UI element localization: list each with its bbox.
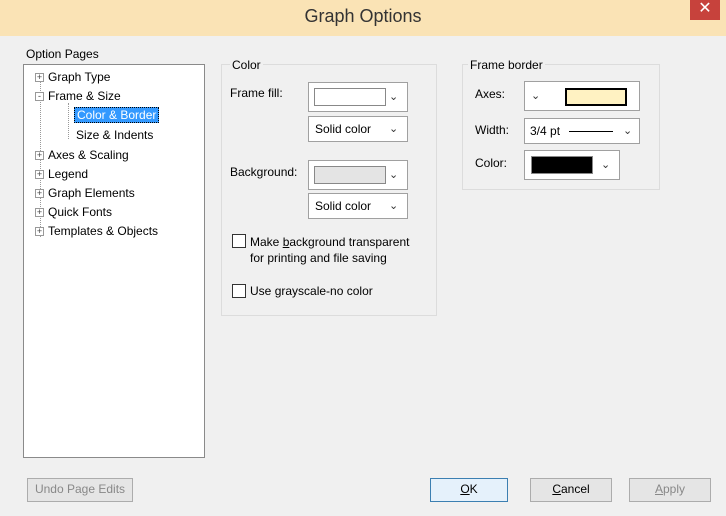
expand-icon[interactable]: +	[35, 73, 44, 82]
tree-item-legend[interactable]: Legend	[48, 167, 88, 181]
tree-guide-line	[68, 103, 69, 139]
frame-border-group-label: Frame border	[468, 58, 545, 72]
window-title: Graph Options	[304, 6, 422, 26]
transparent-background-label[interactable]: Make background transparent for printing…	[250, 234, 409, 266]
width-select[interactable]: 3/4 pt ⌄	[524, 118, 640, 144]
background-swatch	[314, 166, 386, 184]
transparent-background-checkbox[interactable]	[232, 234, 246, 248]
apply-button[interactable]: Apply	[629, 478, 711, 502]
border-color-combo[interactable]: ⌄	[524, 150, 620, 180]
chevron-down-icon: ⌄	[389, 123, 399, 135]
color-group-label: Color	[230, 58, 263, 72]
width-line-sample	[569, 131, 613, 132]
tree-item-size-indents[interactable]: Size & Indents	[76, 128, 153, 142]
chevron-down-icon: ⌄	[601, 159, 611, 171]
width-value: 3/4 pt	[530, 124, 561, 138]
chevron-down-icon: ⌄	[389, 200, 399, 212]
frame-fill-label: Frame fill:	[230, 86, 283, 100]
frame-fill-style-value: Solid color	[315, 122, 372, 136]
transparent-background-label-line2: for printing and file saving	[250, 251, 387, 265]
background-color-combo[interactable]: ⌄	[308, 160, 408, 190]
expand-icon[interactable]: +	[35, 208, 44, 217]
grayscale-checkbox[interactable]	[232, 284, 246, 298]
ok-button[interactable]: OK	[430, 478, 508, 502]
tree-item-templates-objects[interactable]: Templates & Objects	[48, 224, 158, 238]
expand-icon[interactable]: +	[35, 189, 44, 198]
expand-icon[interactable]: +	[35, 170, 44, 179]
tree-item-graph-type[interactable]: Graph Type	[48, 70, 110, 84]
border-color-swatch	[531, 156, 593, 174]
axes-color-combo[interactable]: ⌄	[524, 81, 640, 111]
expand-icon[interactable]: +	[35, 151, 44, 160]
chevron-down-icon: ⌄	[389, 91, 399, 103]
close-button[interactable]: ✕	[690, 0, 720, 20]
axes-label: Axes:	[475, 87, 506, 101]
width-label: Width:	[475, 123, 510, 137]
tree-item-graph-elements[interactable]: Graph Elements	[48, 186, 135, 200]
background-label: Background:	[230, 165, 298, 179]
background-style-value: Solid color	[315, 199, 372, 213]
frame-fill-style-select[interactable]: Solid color ⌄	[308, 116, 408, 142]
background-style-select[interactable]: Solid color ⌄	[308, 193, 408, 219]
chevron-down-icon: ⌄	[531, 90, 541, 102]
undo-page-edits-button[interactable]: Undo Page Edits	[27, 478, 133, 502]
frame-fill-swatch	[314, 88, 386, 106]
cancel-button[interactable]: Cancel	[530, 478, 612, 502]
expand-icon[interactable]: +	[35, 227, 44, 236]
border-color-label: Color:	[475, 156, 508, 170]
tree-item-quick-fonts[interactable]: Quick Fonts	[48, 205, 112, 219]
option-pages-label: Option Pages	[26, 47, 99, 61]
tree-item-axes-scaling[interactable]: Axes & Scaling	[48, 148, 129, 162]
option-pages-tree[interactable]: + Graph Type - Frame & Size Color & Bord…	[23, 64, 205, 458]
close-icon: ✕	[698, 0, 712, 17]
frame-fill-color-combo[interactable]: ⌄	[308, 82, 408, 112]
grayscale-label[interactable]: Use grayscale-no color	[250, 284, 373, 298]
collapse-icon[interactable]: -	[35, 92, 44, 101]
tree-item-frame-size[interactable]: Frame & Size	[48, 89, 121, 103]
chevron-down-icon: ⌄	[389, 169, 399, 181]
tree-item-color-border[interactable]: Color & Border	[74, 107, 160, 123]
axes-swatch	[565, 88, 627, 106]
chevron-down-icon: ⌄	[623, 125, 633, 137]
